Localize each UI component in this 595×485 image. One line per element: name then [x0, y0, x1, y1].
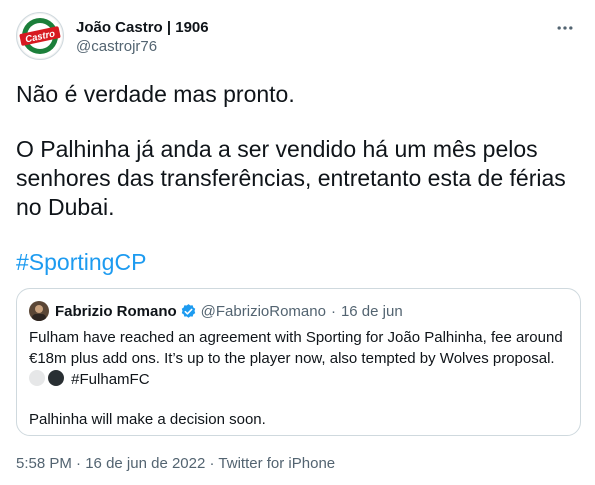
author-names: João Castro | 1906 @castrojr76 [76, 19, 209, 57]
tweet-paragraph-2: O Palhinha já anda a ser vendido há um m… [16, 136, 566, 220]
castrol-logo-icon: Castro [18, 14, 62, 58]
hashtag-link[interactable]: #SportingCP [16, 249, 146, 275]
black-circle-icon [48, 370, 64, 386]
tweet-paragraph-1: Não é verdade mas pronto. [16, 81, 295, 107]
quoted-tweet-header: Fabrizio Romano @FabrizioRomano · 16 de … [29, 301, 403, 321]
separator-dot: · [330, 302, 336, 320]
meta-separator: · [209, 455, 215, 472]
tweet-time[interactable]: 5:58 PM [16, 455, 72, 472]
verified-badge-icon [181, 303, 195, 318]
author-display-name[interactable]: João Castro | 1906 [76, 19, 209, 37]
quoted-author-name: Fabrizio Romano [55, 302, 177, 320]
tweet-text: Não é verdade mas pronto. O Palhinha já … [16, 80, 576, 277]
tweet-date[interactable]: 16 de jun de 2022 [85, 455, 205, 472]
author-handle[interactable]: @castrojr76 [76, 37, 209, 57]
quoted-author-handle: @FabrizioRomano [200, 302, 326, 320]
more-options-icon[interactable] [553, 16, 577, 40]
quoted-tweet-card[interactable]: Fabrizio Romano @FabrizioRomano · 16 de … [16, 288, 581, 436]
white-circle-icon [29, 370, 45, 386]
tweet-header: Castro João Castro | 1906 @castrojr76 [16, 12, 579, 64]
quoted-tweet-date: 16 de jun [340, 302, 403, 320]
meta-separator: · [76, 455, 82, 472]
tweet-meta: 5:58 PM · 16 de jun de 2022 · Twitter fo… [16, 455, 335, 472]
quoted-hashtag: #FulhamFC [71, 371, 150, 388]
quoted-tweet-body: Fulham have reached an agreement with Sp… [29, 327, 569, 430]
author-avatar[interactable]: Castro [16, 12, 64, 60]
quoted-tweet-text: Fulham have reached an agreement with Sp… [29, 329, 563, 367]
quoted-tweet-text-2: Palhinha will make a decision soon. [29, 411, 266, 428]
quoted-author-avatar [29, 301, 49, 321]
tweet-source[interactable]: Twitter for iPhone [218, 455, 335, 472]
